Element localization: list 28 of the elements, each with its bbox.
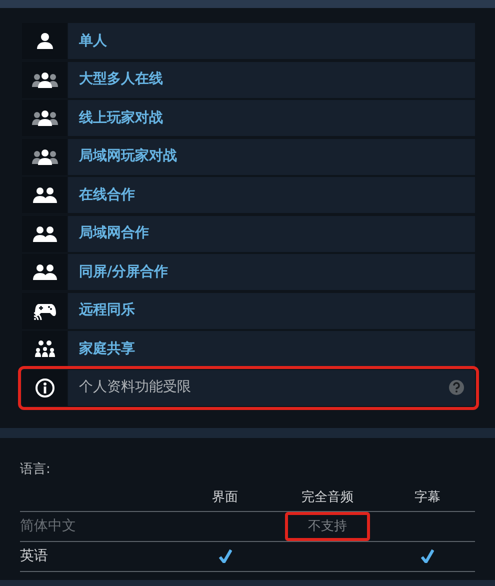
- feature-label[interactable]: 在线合作: [79, 184, 135, 206]
- feature-label[interactable]: 大型多人在线: [79, 69, 163, 90]
- group-icon: [32, 148, 58, 164]
- feature-label[interactable]: 局域网玩家对战: [79, 146, 177, 167]
- language-name: 英语: [20, 546, 49, 566]
- feature-label[interactable]: 远程同乐: [79, 300, 135, 321]
- two-people-icon: [32, 226, 56, 242]
- languages-label: 语言:: [20, 461, 52, 479]
- gamepad-icon: [34, 302, 56, 320]
- two-people-icon: [32, 187, 56, 203]
- feature-label[interactable]: 局域网合作: [79, 223, 149, 244]
- language-name: 简体中文: [20, 516, 77, 536]
- unsupported-label: 不支持: [285, 512, 370, 541]
- column-header: 完全音频: [300, 489, 354, 508]
- two-people-icon: [32, 264, 56, 280]
- column-header: 字幕: [414, 489, 442, 508]
- column-header: 界面: [211, 489, 239, 508]
- feature-label[interactable]: 单人: [79, 30, 107, 52]
- info-icon: [34, 378, 54, 398]
- person-icon: [34, 32, 54, 50]
- help-icon[interactable]: [449, 380, 464, 395]
- group-icon: [32, 72, 58, 88]
- feature-label[interactable]: 同屏/分屏合作: [79, 262, 168, 282]
- feature-label[interactable]: 线上玩家对战: [79, 108, 163, 128]
- group-icon: [32, 110, 58, 126]
- feature-label[interactable]: 家庭共享: [79, 338, 135, 360]
- family-icon: [34, 340, 54, 358]
- feature-label[interactable]: 个人资料功能受限: [79, 377, 191, 398]
